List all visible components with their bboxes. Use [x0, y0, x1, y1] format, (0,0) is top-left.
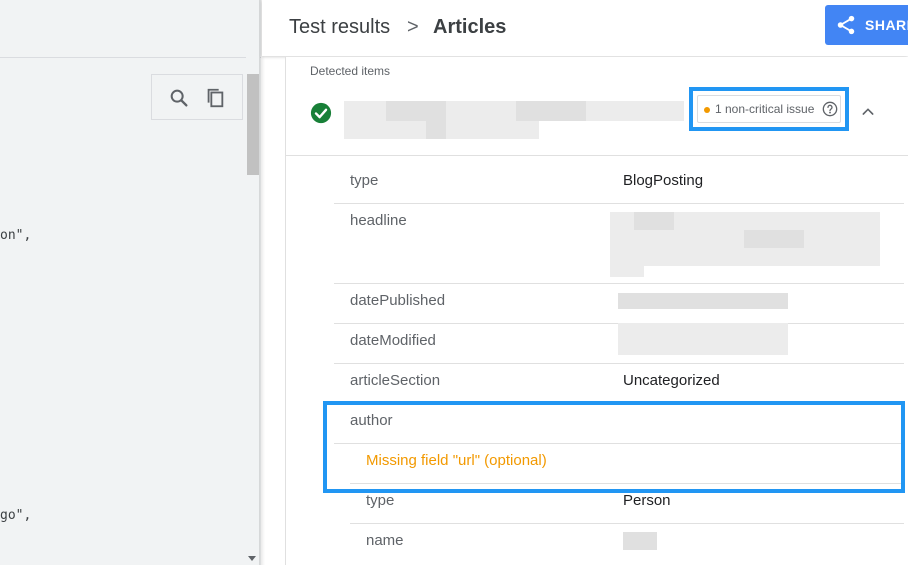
page-title: Articles — [433, 16, 507, 38]
code-toolbar — [151, 74, 243, 120]
detected-items-label: Detected items — [310, 64, 391, 78]
breadcrumb-test-results[interactable]: Test results — [289, 16, 390, 39]
issue-highlight-box: 1 non-critical issue — [689, 87, 849, 131]
redacted-author-name — [623, 532, 657, 550]
code-panel-topbar — [0, 0, 261, 58]
detected-items-card: Detected items 1 non-critical issue type… — [285, 57, 908, 565]
scroll-down-arrow-icon[interactable] — [248, 556, 256, 561]
property-row-date-modified: dateModified — [334, 323, 904, 364]
share-icon — [837, 15, 855, 35]
breadcrumb-separator: > — [407, 16, 419, 38]
property-name: dateModified — [350, 332, 436, 349]
property-row-author-type: type Person — [350, 483, 904, 524]
redacted-date-modified — [618, 323, 788, 355]
property-name: datePublished — [350, 292, 446, 309]
property-name: type — [366, 492, 395, 509]
property-row-type: type BlogPosting — [334, 163, 904, 204]
detected-item-header[interactable]: 1 non-critical issue — [286, 85, 908, 156]
code-fragment: on", — [0, 228, 32, 243]
scrollbar-thumb[interactable] — [247, 74, 259, 175]
issue-count-text: 1 non-critical issue — [715, 102, 815, 116]
property-name: type — [350, 172, 379, 189]
results-header: Test results > Articles SHARE — [262, 0, 908, 56]
property-row-headline: headline — [334, 203, 904, 284]
property-row-article-section: articleSection Uncategorized — [334, 363, 904, 404]
property-name: name — [366, 532, 404, 549]
property-value: BlogPosting — [623, 172, 704, 189]
property-name: headline — [350, 212, 407, 229]
panel-divider-shadow — [259, 0, 265, 565]
property-row-author: author — [334, 403, 904, 444]
share-button[interactable]: SHARE — [825, 5, 908, 45]
copy-icon[interactable] — [204, 87, 226, 109]
property-row-author-name: name — [350, 523, 904, 563]
share-label: SHARE — [865, 17, 908, 33]
code-panel: on", go", — [0, 0, 261, 565]
redacted-date-published — [618, 293, 788, 309]
property-row-date-published: datePublished — [334, 283, 904, 324]
missing-field-warning: Missing field "url" (optional) — [366, 452, 547, 469]
non-critical-issue-badge[interactable]: 1 non-critical issue — [697, 95, 841, 123]
property-name: author — [350, 412, 393, 429]
warning-dot-icon — [704, 107, 710, 113]
help-icon[interactable] — [822, 101, 838, 117]
property-name: articleSection — [350, 372, 441, 389]
code-fragment: go", — [0, 508, 32, 523]
chevron-up-icon[interactable] — [860, 104, 876, 120]
check-circle-icon — [310, 102, 332, 124]
search-icon[interactable] — [168, 87, 190, 109]
author-warning-row: Missing field "url" (optional) — [350, 443, 904, 484]
property-value: Uncategorized — [623, 372, 720, 389]
property-value: Person — [623, 492, 671, 509]
